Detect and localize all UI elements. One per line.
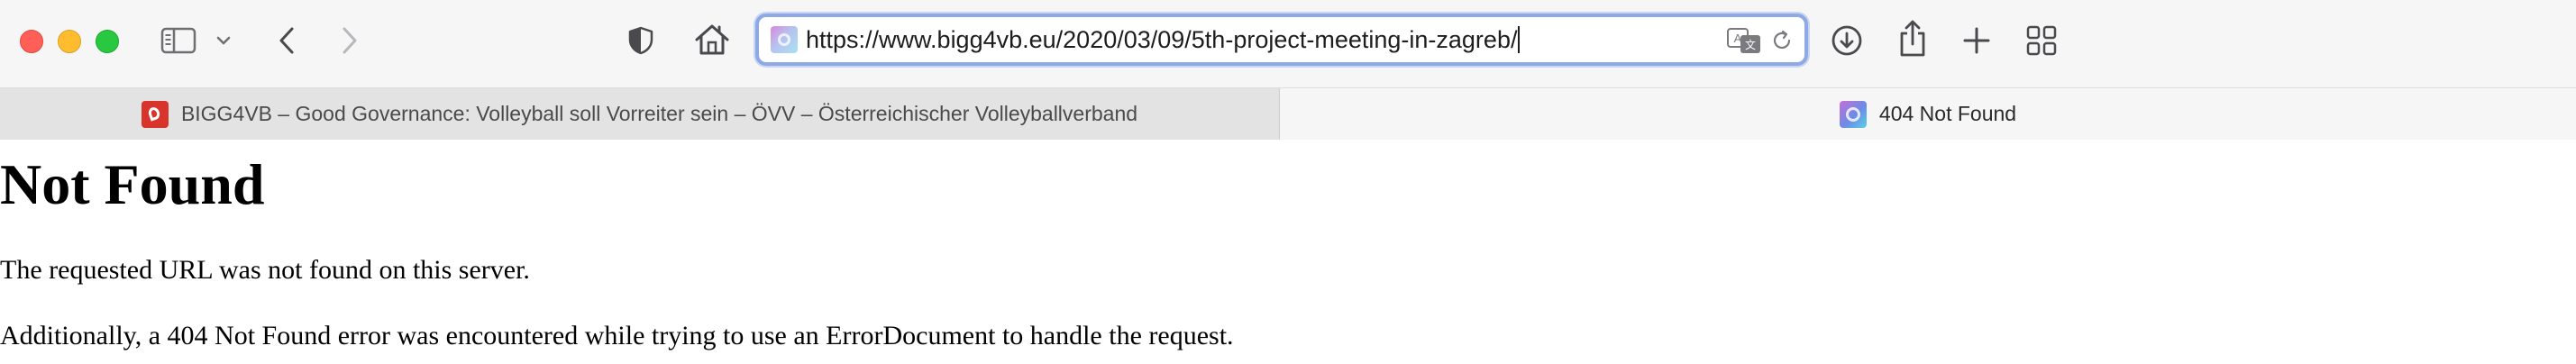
- tab-overview-icon[interactable]: [2024, 23, 2059, 58]
- url-text: https://www.bigg4vb.eu/2020/03/09/5th-pr…: [806, 26, 1518, 53]
- share-icon[interactable]: [1895, 18, 1931, 59]
- tab-bigg4vb[interactable]: BIGG4VB – Good Governance: Volleyball so…: [0, 88, 1280, 140]
- new-tab-icon[interactable]: [1959, 23, 1994, 58]
- close-window-button[interactable]: [20, 30, 43, 53]
- back-icon[interactable]: [272, 23, 301, 58]
- tab-bar: BIGG4VB – Good Governance: Volleyball so…: [0, 87, 2576, 140]
- oevv-favicon-icon: [141, 100, 169, 128]
- address-bar[interactable]: https://www.bigg4vb.eu/2020/03/09/5th-pr…: [755, 14, 1808, 66]
- error-detail: Additionally, a 404 Not Found error was …: [0, 321, 1234, 350]
- browser-toolbar: https://www.bigg4vb.eu/2020/03/09/5th-pr…: [0, 0, 2576, 87]
- svg-text:文: 文: [1745, 38, 1756, 51]
- forward-icon[interactable]: [335, 23, 364, 58]
- privacy-shield-icon[interactable]: [626, 23, 656, 58]
- page-content: Not Found The requested URL was not foun…: [0, 140, 2576, 364]
- reload-icon[interactable]: [1768, 27, 1795, 54]
- chevron-down-icon[interactable]: [213, 31, 234, 50]
- tab-title: BIGG4VB – Good Governance: Volleyball so…: [180, 102, 1138, 125]
- site-favicon-icon: [1839, 100, 1867, 128]
- tab-title: 404 Not Found: [1878, 102, 2017, 125]
- site-favicon-icon: [771, 26, 798, 53]
- sidebar-icon[interactable]: [159, 25, 198, 56]
- text-caret: [1518, 26, 1521, 53]
- minimize-window-button[interactable]: [58, 30, 81, 53]
- url-field[interactable]: https://www.bigg4vb.eu/2020/03/09/5th-pr…: [806, 25, 1521, 54]
- translate-icon[interactable]: A 文: [1725, 25, 1763, 56]
- tab-404-not-found[interactable]: 404 Not Found: [1280, 88, 2576, 140]
- zoom-window-button[interactable]: [96, 30, 119, 53]
- home-icon[interactable]: [692, 22, 732, 58]
- page-title: Not Found: [0, 152, 265, 216]
- error-message: The requested URL was not found on this …: [0, 255, 530, 285]
- downloads-icon[interactable]: [1828, 22, 1866, 59]
